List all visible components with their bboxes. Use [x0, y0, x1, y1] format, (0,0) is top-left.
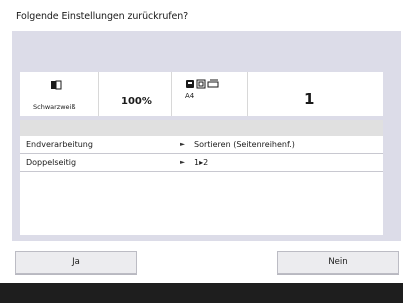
color-mode-cell: Schwarzweiß [20, 72, 99, 116]
list-header [20, 120, 383, 136]
zoom-value: 100% [121, 96, 152, 107]
yes-button[interactable]: Ja [15, 251, 137, 274]
setting-name: Doppelseitig [26, 158, 77, 167]
paper-drawer-icon [186, 80, 194, 88]
bw-copy-icon [51, 80, 62, 90]
copies-cell: 1 [248, 72, 383, 116]
list-item: Endverarbeitung ► Sortieren (Seitenreihe… [20, 136, 383, 154]
paper-cell: A4 [172, 72, 248, 116]
setting-value: 1▸2 [194, 158, 209, 167]
arrow-right-icon: ► [180, 158, 185, 166]
settings-list: Endverarbeitung ► Sortieren (Seitenreihe… [20, 120, 383, 235]
paper-size-label: A4 [185, 92, 195, 100]
settings-summary: Schwarzweiß 100% A4 1 [20, 72, 383, 116]
setting-name: Endverarbeitung [26, 140, 93, 149]
copies-value: 1 [304, 90, 315, 108]
dialog-title: Folgende Einstellungen zurückrufen? [16, 11, 189, 22]
zoom-cell: 100% [99, 72, 172, 116]
no-button[interactable]: Nein [277, 251, 399, 274]
arrow-right-icon: ► [180, 140, 185, 148]
bottom-bar [0, 283, 403, 303]
paper-tray-icon [196, 79, 206, 89]
setting-value: Sortieren (Seitenreihenf.) [194, 140, 295, 149]
color-mode-label: Schwarzweiß [33, 103, 76, 111]
list-item: Doppelseitig ► 1▸2 [20, 154, 383, 172]
paper-stack-icon [207, 79, 219, 88]
